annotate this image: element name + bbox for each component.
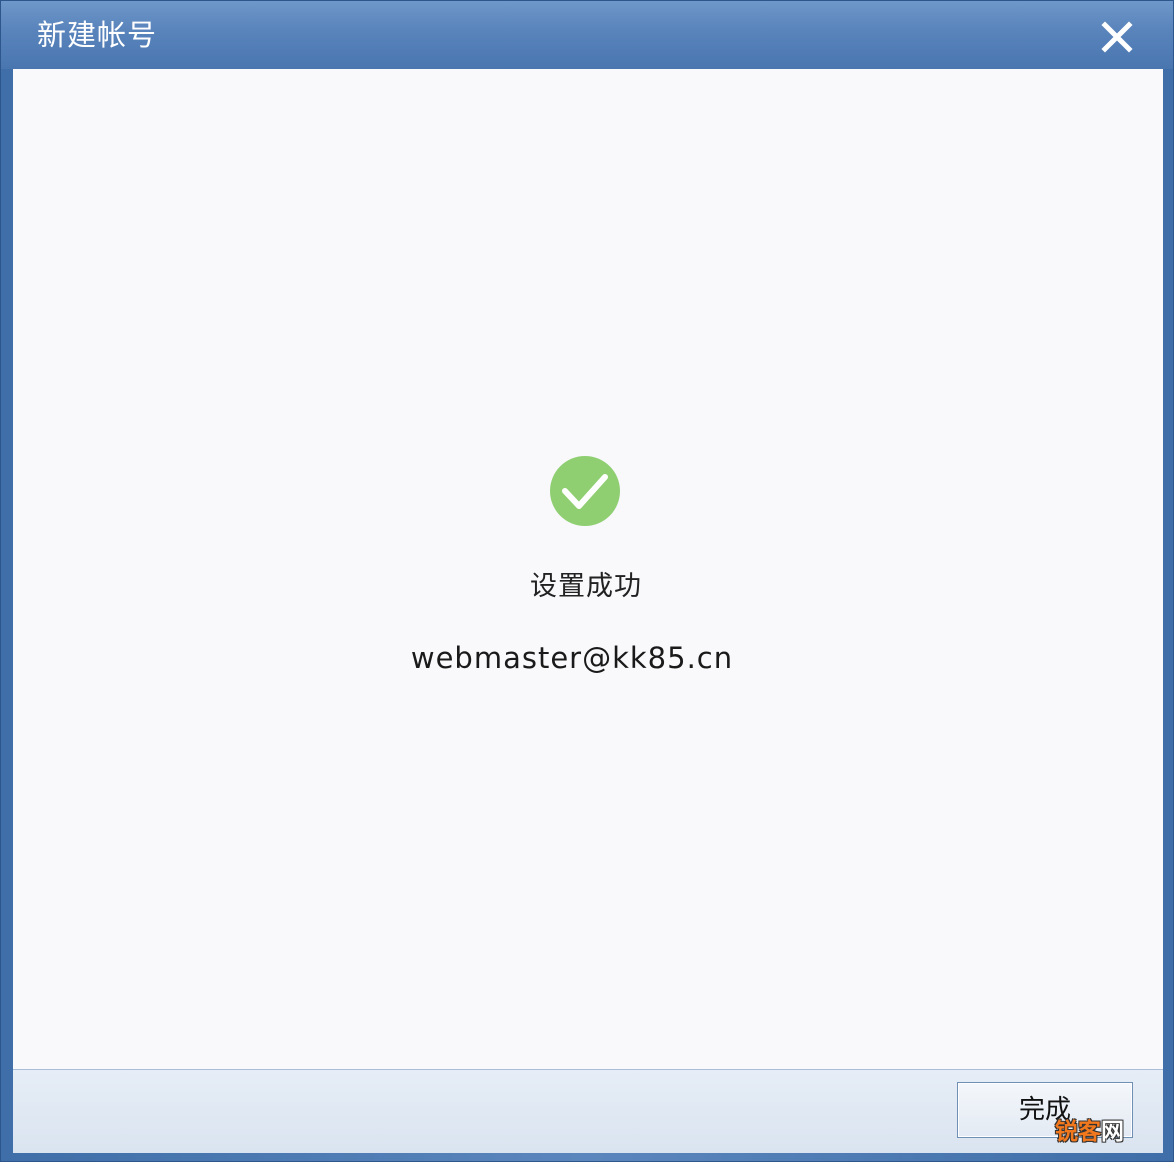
dialog-footer: 完成 — [13, 1069, 1163, 1153]
dialog-title: 新建帐号 — [37, 18, 158, 52]
dialog-client-area: 设置成功 webmaster@kk85.cn 完成 — [13, 69, 1163, 1153]
status-message: 设置成功 — [530, 571, 642, 602]
watermark-part-1: 锐客 — [1055, 1119, 1101, 1145]
result-panel: 设置成功 webmaster@kk85.cn — [13, 69, 1163, 1069]
close-icon — [1101, 21, 1133, 53]
watermark-part-2: 网 — [1101, 1119, 1124, 1145]
dialog-window: 新建帐号 设置成功 webmaster@kk85.cn 完成 锐客网 — [0, 0, 1174, 1162]
checkmark-circle-icon — [550, 456, 620, 526]
title-bar[interactable]: 新建帐号 — [1, 1, 1173, 69]
watermark: 锐客网 — [1055, 1117, 1124, 1147]
account-address: webmaster@kk85.cn — [410, 641, 734, 675]
close-button[interactable] — [1095, 15, 1139, 59]
